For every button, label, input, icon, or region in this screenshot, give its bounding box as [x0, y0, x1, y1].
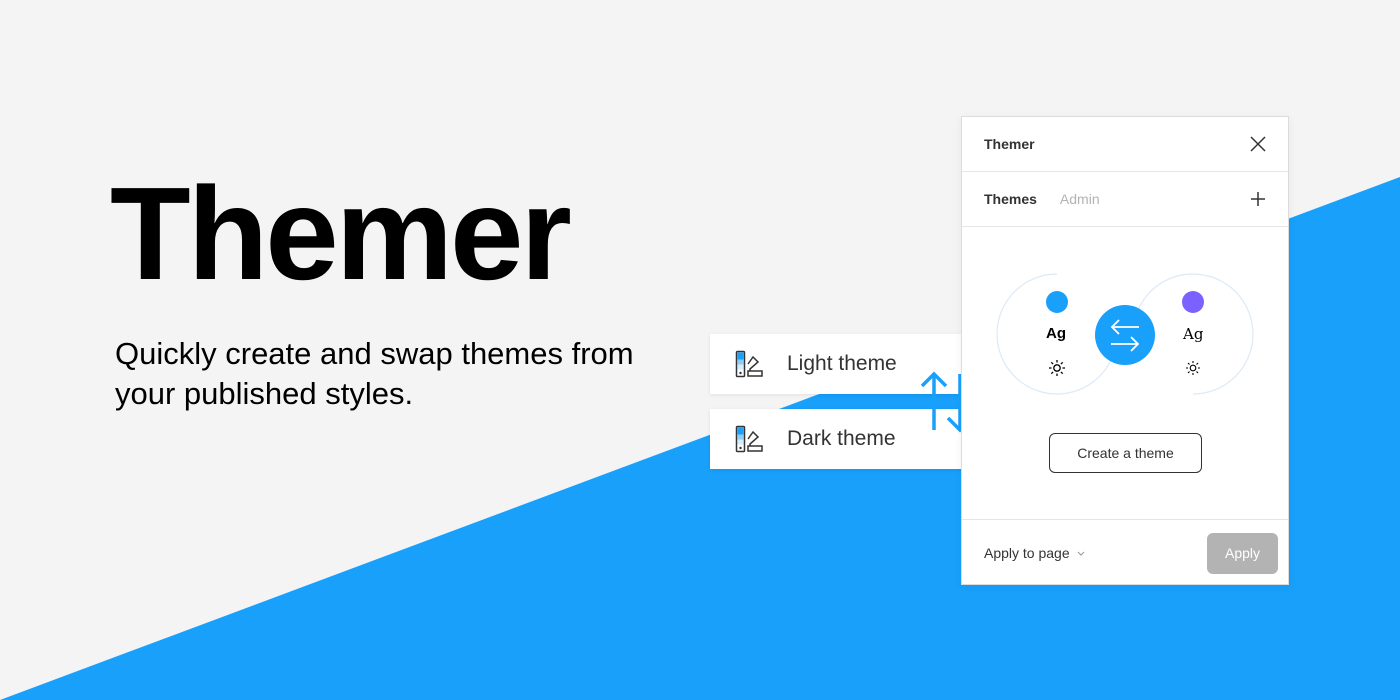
- swap-themes-button: [1095, 305, 1155, 365]
- chevron-down-icon: [1077, 551, 1084, 556]
- themer-panel: Themer Themes Admin Ag Ag Create a theme…: [961, 116, 1289, 585]
- sun-icon: [1186, 361, 1200, 375]
- theme-style-icon: [735, 425, 763, 453]
- theme-style-icon: [735, 350, 763, 378]
- panel-title: Themer: [984, 136, 1035, 152]
- panel-footer: Apply to page Apply: [962, 520, 1288, 586]
- add-theme-button[interactable]: [1248, 189, 1268, 209]
- panel-body: Ag Ag Create a theme: [962, 227, 1288, 520]
- close-button[interactable]: [1248, 134, 1268, 154]
- hero-subtitle: Quickly create and swap themes from your…: [115, 336, 634, 411]
- left-color-swatch: [1046, 291, 1068, 313]
- sun-icon: [1049, 360, 1065, 376]
- left-type-sample: Ag: [1046, 325, 1066, 342]
- tab-admin[interactable]: Admin: [1060, 191, 1100, 207]
- plus-icon: [1251, 192, 1265, 206]
- dark-theme-label: Dark theme: [787, 427, 896, 450]
- apply-scope-label: Apply to page: [984, 545, 1070, 561]
- apply-scope-dropdown[interactable]: Apply to page: [984, 545, 1086, 561]
- right-color-swatch: [1182, 291, 1204, 313]
- theme-preview: [996, 273, 1254, 395]
- close-icon: [1250, 136, 1266, 152]
- apply-button[interactable]: Apply: [1207, 532, 1278, 574]
- right-type-sample: Ag: [1183, 325, 1204, 343]
- light-theme-label: Light theme: [787, 352, 897, 375]
- hero-title: Themer: [110, 160, 572, 307]
- panel-tabs: Themes Admin: [962, 172, 1288, 227]
- create-theme-button[interactable]: Create a theme: [1049, 433, 1202, 473]
- tab-themes[interactable]: Themes: [984, 191, 1037, 207]
- panel-header: Themer: [962, 117, 1288, 172]
